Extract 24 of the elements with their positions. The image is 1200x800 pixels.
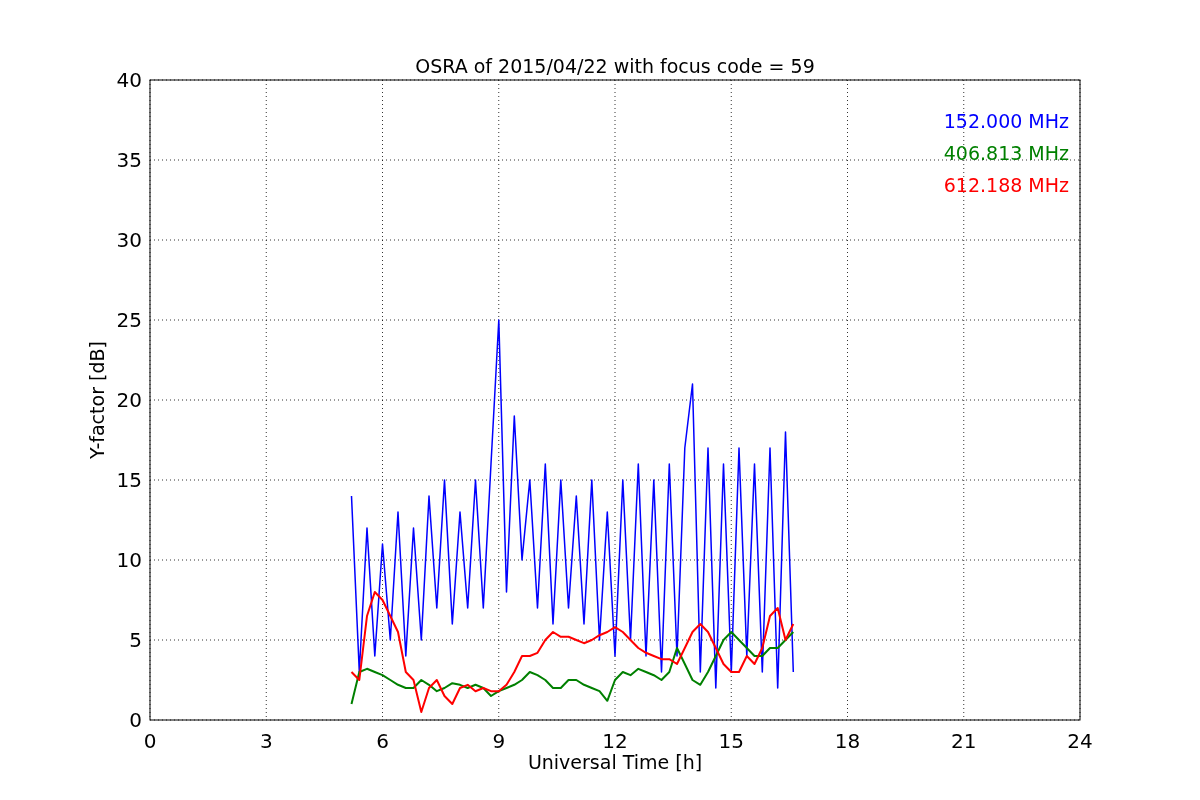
x-tick-label: 15 [718,729,744,753]
x-axis-label: Universal Time [h] [527,751,703,773]
y-tick-label: 40 [116,68,142,92]
chart-title: OSRA of 2015/04/22 with focus code = 59 [415,55,815,77]
legend-label: 406.813 MHz [943,142,1069,164]
y-tick-label: 5 [129,628,142,652]
x-tick-label: 6 [376,729,389,753]
y-tick-label: 20 [116,388,142,412]
x-tick-label: 18 [834,729,861,753]
y-tick-label: 30 [116,228,142,252]
x-tick-label: 21 [951,729,977,753]
x-tick-label: 12 [602,729,628,753]
y-tick-label: 35 [116,148,142,172]
x-tick-label: 9 [492,729,506,753]
y-tick-label: 10 [116,548,142,572]
y-tick-label: 25 [116,308,142,332]
y-axis-label: Y-factor [dB] [86,341,108,459]
x-tick-label: 3 [259,729,273,753]
y-tick-label: 15 [116,468,142,492]
x-tick-label: 24 [1067,729,1093,753]
legend-label: 152.000 MHz [943,110,1069,132]
x-tick-label: 0 [143,729,157,753]
y-tick-label: 0 [129,708,142,732]
legend-label: 612.188 MHz [943,174,1069,196]
